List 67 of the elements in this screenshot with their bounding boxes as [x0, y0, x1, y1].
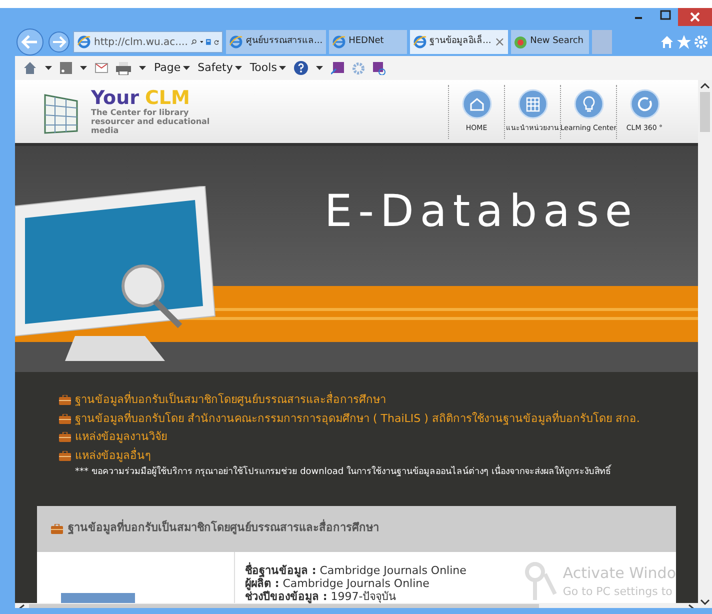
- caret-icon: [316, 66, 323, 70]
- browser-e-icon: [332, 35, 346, 49]
- home-icon[interactable]: [23, 61, 37, 75]
- browser-e-icon: [412, 35, 427, 49]
- close-icon[interactable]: [678, 8, 712, 26]
- printer-icon[interactable]: [116, 62, 131, 74]
- browser-tab[interactable]: New Search: [511, 30, 590, 54]
- star-icon[interactable]: [677, 35, 691, 49]
- key-icon: [524, 562, 557, 602]
- vertical-scrollbar[interactable]: [698, 80, 712, 608]
- note-icon[interactable]: [372, 62, 386, 74]
- address-text: http://clm.wu.ac....: [94, 36, 188, 50]
- caret-icon: [45, 66, 52, 70]
- tab-close-button[interactable]: ×: [494, 36, 506, 48]
- scrollbar-thumb[interactable]: [700, 92, 710, 132]
- detail-text: ช่วงปีของข้อมูล : 1997-ปัจจุบัน: [245, 590, 397, 602]
- database-link[interactable]: แหล่งข้อมูลงานวิจัย: [75, 429, 167, 446]
- briefcase-icon: [59, 450, 71, 461]
- detail-text: ชื่อฐานข้อมูล : Cambridge Journals Online: [245, 564, 466, 576]
- compatibility-icon[interactable]: [206, 36, 211, 48]
- feed-icon[interactable]: [60, 62, 72, 74]
- section-title: ฐานข้อมูลที่บอกรับเป็นสมาชิกโดยศูนย์บรรณสารและสื่อการศึกษา: [68, 520, 379, 536]
- tab-label: ศูนย์บรรณสารแล...: [246, 35, 323, 48]
- forward-icon[interactable]: [48, 31, 70, 53]
- caret-icon: [200, 40, 203, 44]
- notice-text: *** ขอความร่วมมือผู้ใช้บริการ กรุณาอย่าใช้โปรแกรมช่วย download ในการใช้งานฐานข้อมูลออนไลน์ต่างๆ เนื่องจากจะส่งผลให้ถูกระงับสิทธิ์: [59, 466, 654, 480]
- note-icon[interactable]: [330, 62, 344, 74]
- briefcase-icon: [59, 432, 71, 442]
- browser-e-icon: [77, 35, 91, 49]
- logo-text: Your: [91, 88, 139, 108]
- database-link[interactable]: ฐานข้อมูลที่บอกรับเป็นสมาชิกโดยศูนย์บรรณสารและสื่อการศึกษา: [75, 392, 386, 408]
- browser-tab[interactable]: ศูนย์บรรณสารแล...: [226, 30, 326, 54]
- command-menu[interactable]: Tools: [250, 60, 286, 76]
- browser-tab[interactable]: HEDNet: [328, 30, 407, 54]
- briefcase-icon: [51, 524, 63, 534]
- detail-text: ผู้ผลิต : Cambridge Journals Online: [245, 576, 430, 590]
- database-link[interactable]: ฐานข้อมูลที่บอกรับโดย สำนักงานคณะกรรมการการอุดมศึกษา ( ThaiLIS ) สถิติการใช้งานฐานข้อมูลที่บอกรับโดย สกอ.: [75, 410, 640, 427]
- caret-icon: [278, 66, 286, 70]
- help-icon[interactable]: [294, 61, 308, 75]
- home-icon: [462, 89, 492, 120]
- caret-icon: [80, 66, 87, 70]
- banner-title: E-Database: [324, 190, 638, 234]
- tab-label: HEDNet: [348, 35, 384, 48]
- caret-icon: [234, 66, 242, 70]
- home-icon[interactable]: [660, 35, 674, 49]
- watermark-subtitle: Go to PC settings to: [562, 584, 674, 600]
- watermark-title: Activate Windo: [562, 562, 676, 584]
- briefcase-icon: [59, 414, 71, 424]
- back-icon[interactable]: [15, 28, 45, 56]
- tab-label: New Search: [530, 35, 584, 48]
- building-icon: [518, 89, 548, 120]
- globe-icon: [514, 36, 528, 48]
- address-bar[interactable]: http://clm.wu.ac....: [73, 31, 223, 53]
- light-bulb-icon: [574, 89, 604, 120]
- browser-tab[interactable]: ฐานข้อมูลอิเล็... ×: [410, 30, 508, 54]
- caret-icon: [182, 66, 190, 70]
- command-menu[interactable]: Safety: [198, 60, 242, 76]
- command-menu[interactable]: Page: [154, 60, 190, 76]
- logo-text: CLM: [144, 88, 190, 108]
- database-link[interactable]: แหล่งข้อมูลอื่นๆ: [75, 448, 151, 464]
- briefcase-icon: [59, 395, 71, 406]
- browser-e-icon: [229, 35, 243, 49]
- logo-tagline: The Center for library resourcer and educational media: [91, 108, 211, 134]
- tab-label: ฐานข้อมูลอิเล็...: [430, 35, 492, 48]
- caret-icon: [139, 66, 146, 70]
- settings-icon[interactable]: [694, 35, 708, 49]
- mail-icon[interactable]: [95, 63, 108, 73]
